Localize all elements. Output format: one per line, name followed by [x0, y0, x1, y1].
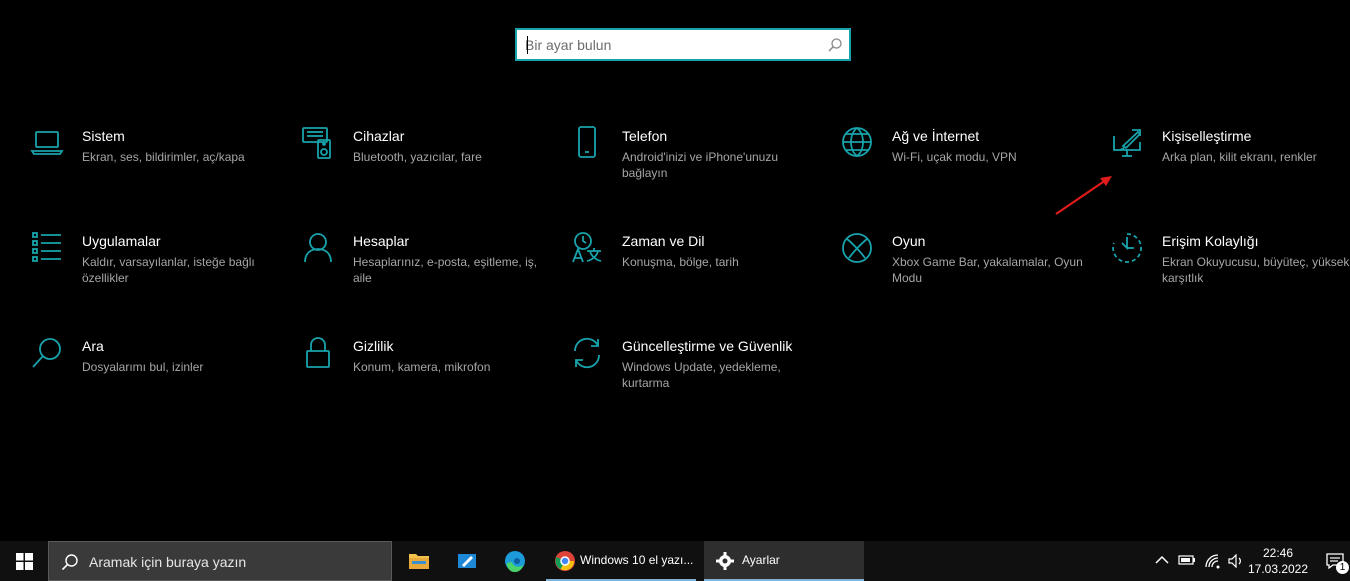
category-devices[interactable]: Cihazlar Bluetooth, yazıcılar, fare: [301, 126, 551, 196]
battery-tray[interactable]: [1176, 541, 1198, 581]
settings-search-box[interactable]: [515, 28, 851, 61]
taskbar-pen-app[interactable]: [448, 541, 486, 581]
category-subtitle: Android'inizi ve iPhone'unuzu bağlayın: [622, 150, 779, 180]
time-language-icon: [570, 231, 604, 265]
paint-screen-icon: [1110, 126, 1144, 160]
category-apps[interactable]: Uygulamalar Kaldır, varsayılanlar, isteğ…: [30, 231, 280, 301]
start-button[interactable]: [0, 541, 48, 581]
show-hidden-icons-button[interactable]: [1152, 541, 1172, 581]
category-time-language[interactable]: Zaman ve Dil Konuşma, bölge, tarih: [570, 231, 820, 301]
taskbar-edge[interactable]: [496, 541, 534, 581]
category-search[interactable]: Ara Dosyalarımı bul, izinler: [30, 336, 280, 406]
category-subtitle: Hesaplarınız, e-posta, eşitleme, iş, ail…: [353, 255, 538, 285]
category-accounts[interactable]: Hesaplar Hesaplarınız, e-posta, eşitleme…: [301, 231, 551, 301]
phone-icon: [570, 126, 604, 160]
category-ease-of-access[interactable]: Erişim Kolaylığı Ekran Okuyucusu, büyüte…: [1110, 231, 1350, 301]
person-icon: [301, 231, 335, 265]
category-subtitle: Kaldır, varsayılanlar, isteğe bağlı özel…: [82, 255, 255, 285]
category-title: Ara: [82, 338, 104, 354]
category-title: Ağ ve İnternet: [892, 128, 980, 144]
accessibility-timer-icon: [1110, 231, 1144, 265]
taskbar: Aramak için buraya yazın Windows 10 el y…: [0, 541, 1350, 581]
category-title: Zaman ve Dil: [622, 233, 705, 249]
chevron-up-icon: [1155, 555, 1169, 564]
lock-icon: [301, 336, 335, 370]
search-icon: [61, 554, 78, 571]
action-center-button[interactable]: 1: [1318, 541, 1350, 581]
sync-icon: [570, 336, 604, 370]
chrome-icon: [555, 551, 575, 571]
xbox-icon: [840, 231, 874, 265]
magnifier-icon: [30, 336, 64, 370]
volume-tray[interactable]: [1226, 541, 1246, 581]
keyboard-speaker-icon: [301, 126, 335, 160]
category-subtitle: Dosyalarımı bul, izinler: [82, 360, 204, 374]
category-title: Kişiselleştirme: [1162, 128, 1252, 144]
category-subtitle: Ekran Okuyucusu, büyüteç, yüksek karşıtl…: [1162, 255, 1350, 285]
notification-count-badge: 1: [1336, 561, 1349, 574]
taskbar-chrome[interactable]: Windows 10 el yazı...: [546, 541, 696, 581]
category-subtitle: Bluetooth, yazıcılar, fare: [353, 150, 482, 164]
category-phone[interactable]: Telefon Android'inizi ve iPhone'unuzu ba…: [570, 126, 820, 196]
category-subtitle: Arka plan, kilit ekranı, renkler: [1162, 150, 1317, 164]
windows-logo-icon: [16, 553, 33, 570]
taskbar-settings[interactable]: Ayarlar: [704, 541, 864, 581]
laptop-icon: [30, 126, 64, 160]
category-title: Güncelleştirme ve Güvenlik: [622, 338, 793, 354]
taskbar-file-explorer[interactable]: [400, 541, 438, 581]
category-title: Sistem: [82, 128, 125, 144]
clock-time: 22:46: [1262, 546, 1294, 560]
search-icon[interactable]: [827, 37, 843, 53]
category-title: Cihazlar: [353, 128, 405, 144]
category-subtitle: Wi-Fi, uçak modu, VPN: [892, 150, 1017, 164]
category-subtitle: Konuşma, bölge, tarih: [622, 255, 739, 269]
speaker-icon: [1228, 554, 1241, 568]
taskbar-clock[interactable]: 22:46 17.03.2022: [1246, 545, 1310, 577]
pen-app-icon: [458, 554, 476, 568]
apps-list-icon: [30, 231, 64, 265]
category-subtitle: Ekran, ses, bildirimler, aç/kapa: [82, 150, 245, 164]
wifi-icon: [1205, 554, 1220, 569]
battery-icon: [1178, 555, 1195, 565]
text-caret: [527, 36, 528, 54]
category-personalization[interactable]: Kişiselleştirme Arka plan, kilit ekranı,…: [1110, 126, 1350, 196]
file-explorer-icon: [409, 554, 429, 569]
category-system[interactable]: Sistem Ekran, ses, bildirimler, aç/kapa: [30, 126, 280, 196]
taskbar-app-label: Windows 10 el yazı...: [580, 553, 694, 567]
taskbar-search-text: Aramak için buraya yazın: [89, 554, 247, 570]
edge-icon: [505, 551, 525, 572]
taskbar-app-label: Ayarlar: [742, 553, 780, 567]
gear-icon: [716, 552, 734, 570]
category-update-security[interactable]: Güncelleştirme ve Güvenlik Windows Updat…: [570, 336, 820, 406]
settings-window: Sistem Ekran, ses, bildirimler, aç/kapa …: [0, 0, 1350, 581]
category-subtitle: Xbox Game Bar, yakalamalar, Oyun Modu: [892, 255, 1083, 285]
category-title: Erişim Kolaylığı: [1162, 233, 1259, 249]
network-tray[interactable]: [1202, 541, 1224, 581]
category-privacy[interactable]: Gizlilik Konum, kamera, mikrofon: [301, 336, 551, 406]
clock-date: 17.03.2022: [1247, 562, 1309, 576]
category-title: Telefon: [622, 128, 668, 144]
category-title: Oyun: [892, 233, 926, 249]
category-title: Hesaplar: [353, 233, 410, 249]
category-subtitle: Konum, kamera, mikrofon: [353, 360, 491, 374]
category-title: Uygulamalar: [82, 233, 161, 249]
category-title: Gizlilik: [353, 338, 394, 354]
taskbar-search-box[interactable]: Aramak için buraya yazın: [48, 541, 392, 581]
globe-icon: [840, 126, 874, 160]
red-annotation-arrow-icon: [1055, 176, 1112, 215]
category-subtitle: Windows Update, yedekleme, kurtarma: [622, 360, 781, 390]
category-gaming[interactable]: Oyun Xbox Game Bar, yakalamalar, Oyun Mo…: [840, 231, 1090, 301]
search-input[interactable]: [525, 35, 821, 55]
